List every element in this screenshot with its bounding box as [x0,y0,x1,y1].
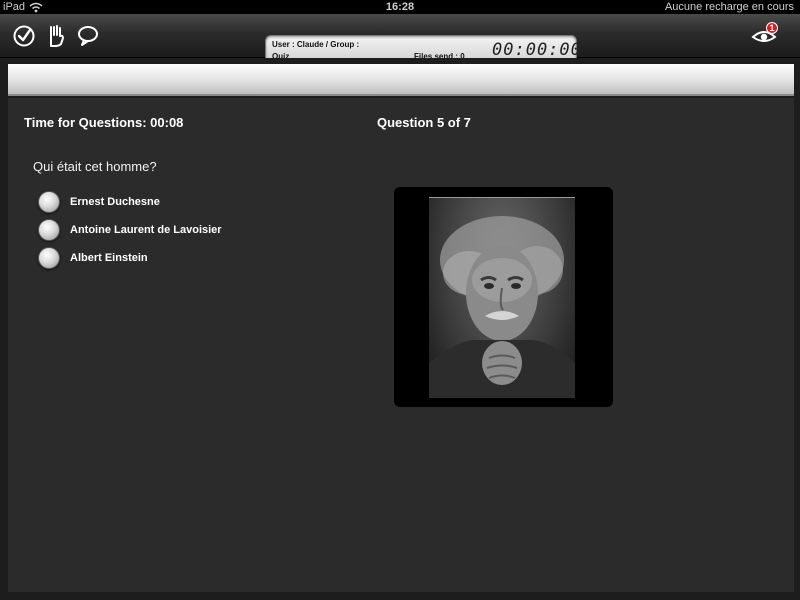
answer-option[interactable]: Albert Einstein [38,244,222,272]
question-counter: Question 5 of 7 [377,115,471,130]
notification-badge: 1 [766,22,778,34]
check-icon [13,25,35,47]
chat-icon [78,26,98,46]
raise-hand-button[interactable] [42,22,70,50]
answer-option[interactable]: Ernest Duchesne [38,188,222,216]
answer-option[interactable]: Antoine Laurent de Lavoisier [38,216,222,244]
header-strip [8,64,794,96]
chat-button[interactable] [74,22,102,50]
user-group-label: User : Claude / Group : [272,40,360,49]
answer-label: Albert Einstein [70,252,148,264]
status-bar: iPad 16:28 Aucune recharge en cours [0,0,800,14]
check-button[interactable] [10,22,38,50]
session-timer: 00:00:00 [492,40,582,60]
answer-label: Antoine Laurent de Lavoisier [70,224,222,236]
portrait-photo [429,197,575,398]
radio-button[interactable] [38,247,60,269]
question-text: Qui était cet homme? [33,159,157,174]
radio-button[interactable] [38,191,60,213]
answer-options: Ernest Duchesne Antoine Laurent de Lavoi… [38,188,222,272]
answer-label: Ernest Duchesne [70,196,160,208]
portrait-illustration [429,216,575,398]
top-toolbar: User : Claude / Group : Quiz Files send … [0,14,800,65]
hand-icon [50,25,64,47]
radio-button[interactable] [38,219,60,241]
question-image-card [394,187,613,407]
quiz-content: Time for Questions: 00:08 Question 5 of … [8,98,794,592]
time-for-questions: Time for Questions: 00:08 [24,115,184,130]
main-frame: Time for Questions: 00:08 Question 5 of … [0,58,800,600]
view-button[interactable]: 1 [750,22,778,50]
battery-status-text: Aucune recharge en cours [664,1,794,13]
